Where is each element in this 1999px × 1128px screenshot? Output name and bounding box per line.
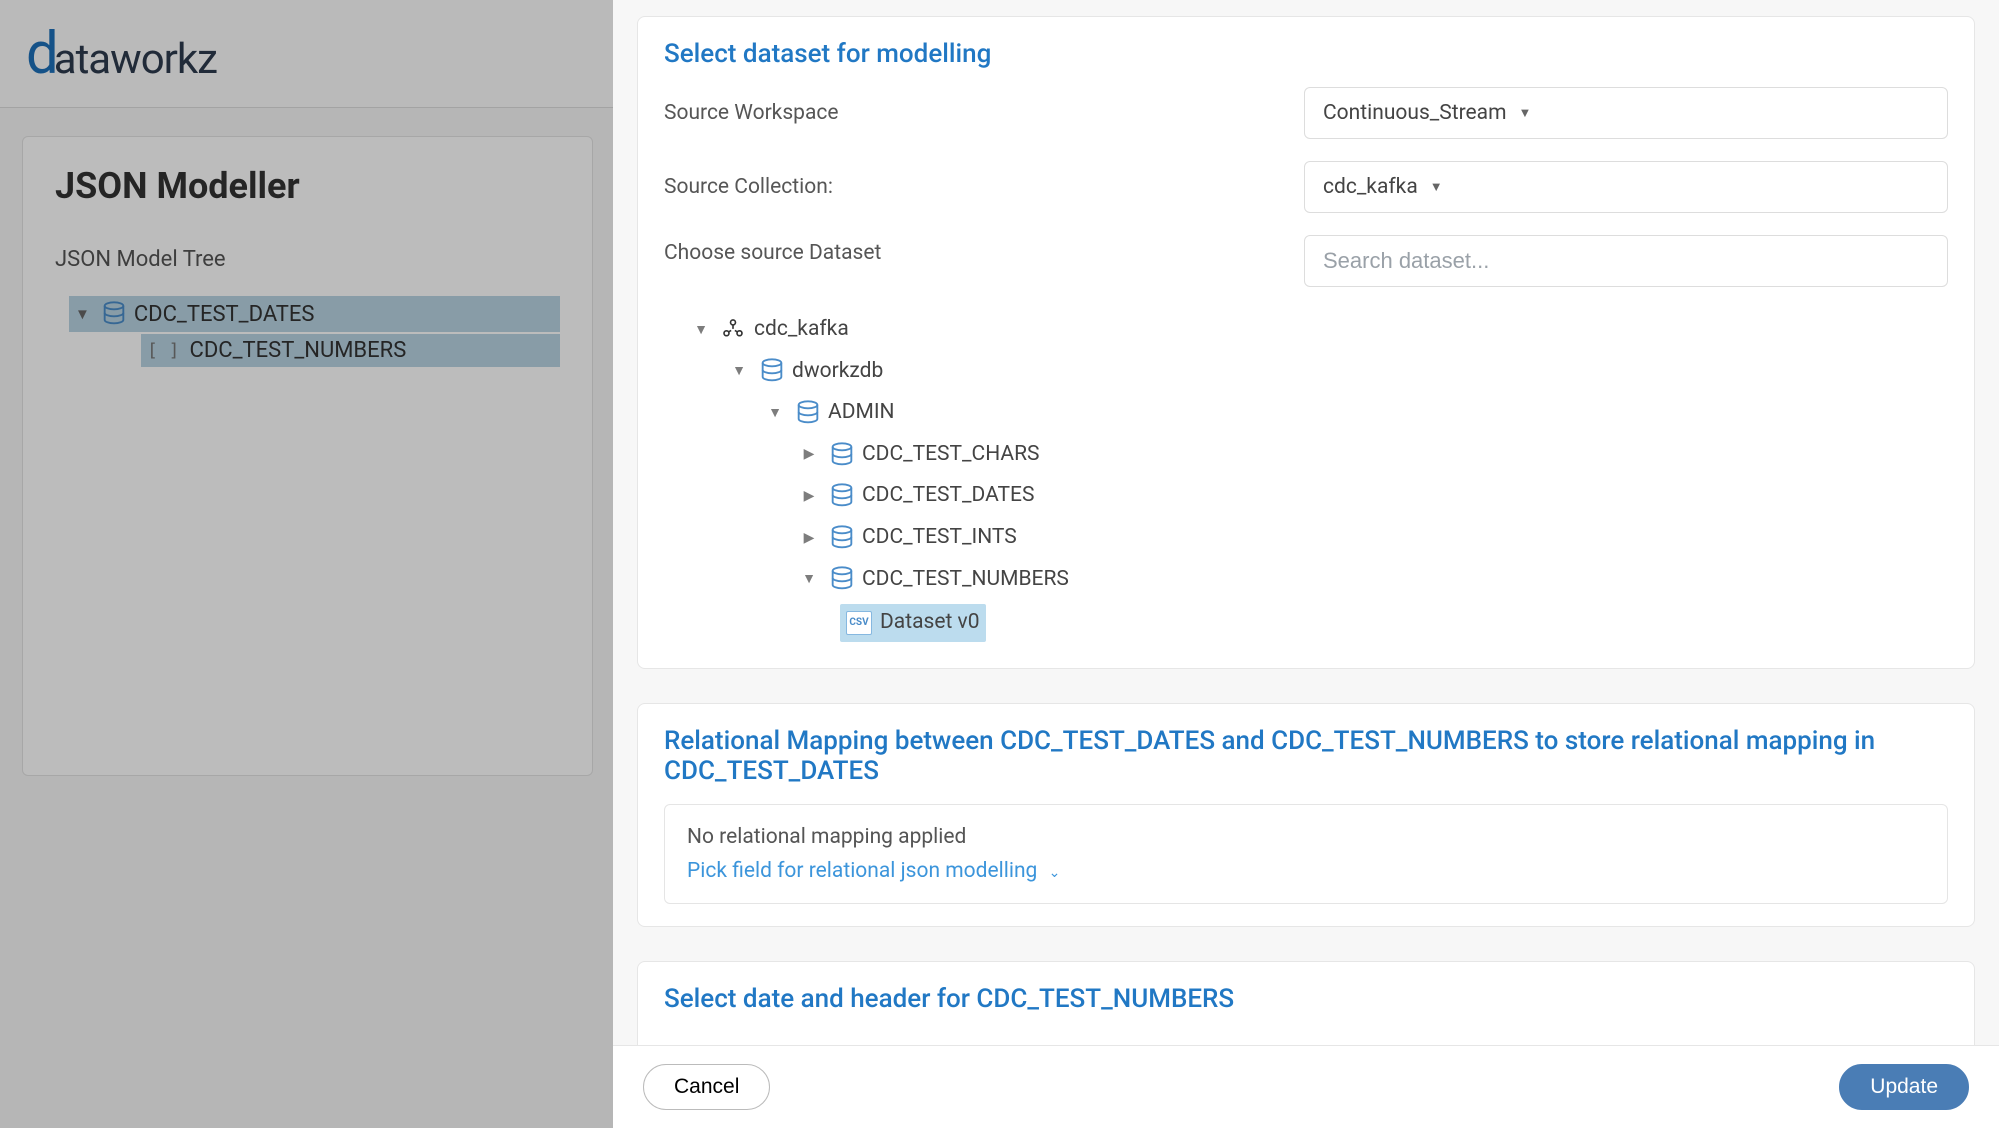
source-workspace-label: Source Workspace [664, 101, 1304, 125]
source-dataset-label: Choose source Dataset [664, 235, 1304, 265]
database-icon [828, 565, 856, 593]
pick-field-label: Pick field for relational json modelling [687, 859, 1037, 883]
tree-table[interactable]: ▶ CDC_TEST_DATES [664, 475, 1948, 517]
tree-db[interactable]: ▼ dworkzdb [664, 351, 1948, 393]
relational-mapping-empty: No relational mapping applied [687, 825, 1925, 849]
tree-table[interactable]: ▶ CDC_TEST_INTS [664, 517, 1948, 559]
tree-table-label: CDC_TEST_DATES [862, 479, 1034, 513]
chevron-right-icon[interactable]: ▶ [800, 485, 818, 507]
chevron-right-icon[interactable]: ▶ [800, 443, 818, 465]
modal-footer: Cancel Update [613, 1045, 1999, 1128]
tree-table-label: CDC_TEST_INTS [862, 521, 1017, 555]
database-icon [828, 482, 856, 510]
pick-field-link[interactable]: Pick field for relational json modelling… [687, 859, 1925, 883]
chevron-down-icon[interactable]: ▼ [800, 568, 818, 590]
date-header-title: Select date and header for CDC_TEST_NUMB… [664, 984, 1948, 1014]
relational-mapping-card: Relational Mapping between CDC_TEST_DATE… [637, 703, 1975, 927]
dataset-tree: ▼ cdc_kafka ▼ dworkzdb ▼ ADMIN ▶ [664, 309, 1948, 646]
tree-dataset-label: Dataset v0 [880, 606, 980, 640]
tree-db-label: dworkzdb [792, 355, 883, 389]
cluster-icon [720, 317, 746, 343]
database-icon [758, 357, 786, 385]
database-icon [794, 399, 822, 427]
source-workspace-value: Continuous_Stream [1323, 101, 1507, 125]
cancel-button[interactable]: Cancel [643, 1064, 770, 1110]
modal-panel: Select dataset for modelling Source Work… [613, 0, 1999, 1128]
update-button[interactable]: Update [1839, 1064, 1969, 1110]
source-workspace-select[interactable]: Continuous_Stream ▼ [1304, 87, 1948, 139]
chevron-down-icon[interactable]: ▼ [766, 402, 784, 424]
tree-table-expanded[interactable]: ▼ CDC_TEST_NUMBERS [664, 559, 1948, 601]
chevron-down-icon[interactable]: ▼ [692, 319, 710, 341]
source-collection-value: cdc_kafka [1323, 175, 1418, 199]
select-dataset-title: Select dataset for modelling [664, 39, 1948, 69]
chevron-down-icon: ▼ [1519, 105, 1532, 121]
chevron-down-icon: ▼ [1430, 179, 1443, 195]
tree-table[interactable]: ▶ CDC_TEST_CHARS [664, 434, 1948, 476]
tree-table-label: CDC_TEST_CHARS [862, 438, 1039, 472]
tree-root[interactable]: ▼ cdc_kafka [664, 309, 1948, 351]
database-icon [828, 441, 856, 469]
csv-icon: CSV [846, 611, 872, 635]
tree-schema[interactable]: ▼ ADMIN [664, 392, 1948, 434]
tree-root-label: cdc_kafka [754, 313, 849, 347]
source-workspace-row: Source Workspace Continuous_Stream ▼ [664, 87, 1948, 139]
tree-schema-label: ADMIN [828, 396, 895, 430]
tree-table-label: CDC_TEST_NUMBERS [862, 563, 1069, 597]
relational-mapping-box: No relational mapping applied Pick field… [664, 804, 1948, 904]
source-collection-row: Source Collection: cdc_kafka ▼ [664, 161, 1948, 213]
relational-mapping-title: Relational Mapping between CDC_TEST_DATE… [664, 726, 1948, 786]
source-collection-select[interactable]: cdc_kafka ▼ [1304, 161, 1948, 213]
date-header-card: Select date and header for CDC_TEST_NUMB… [637, 961, 1975, 1045]
tree-dataset-leaf[interactable]: CSV Dataset v0 [664, 600, 1948, 646]
dataset-search-input[interactable] [1304, 235, 1948, 287]
database-icon [828, 524, 856, 552]
source-dataset-row: Choose source Dataset [664, 235, 1948, 287]
chevron-right-icon[interactable]: ▶ [800, 527, 818, 549]
chevron-down-icon: ⌄ [1049, 865, 1061, 881]
modal-body: Select dataset for modelling Source Work… [613, 0, 1999, 1045]
chevron-down-icon[interactable]: ▼ [730, 360, 748, 382]
select-dataset-card: Select dataset for modelling Source Work… [637, 16, 1975, 669]
source-collection-label: Source Collection: [664, 175, 1304, 199]
